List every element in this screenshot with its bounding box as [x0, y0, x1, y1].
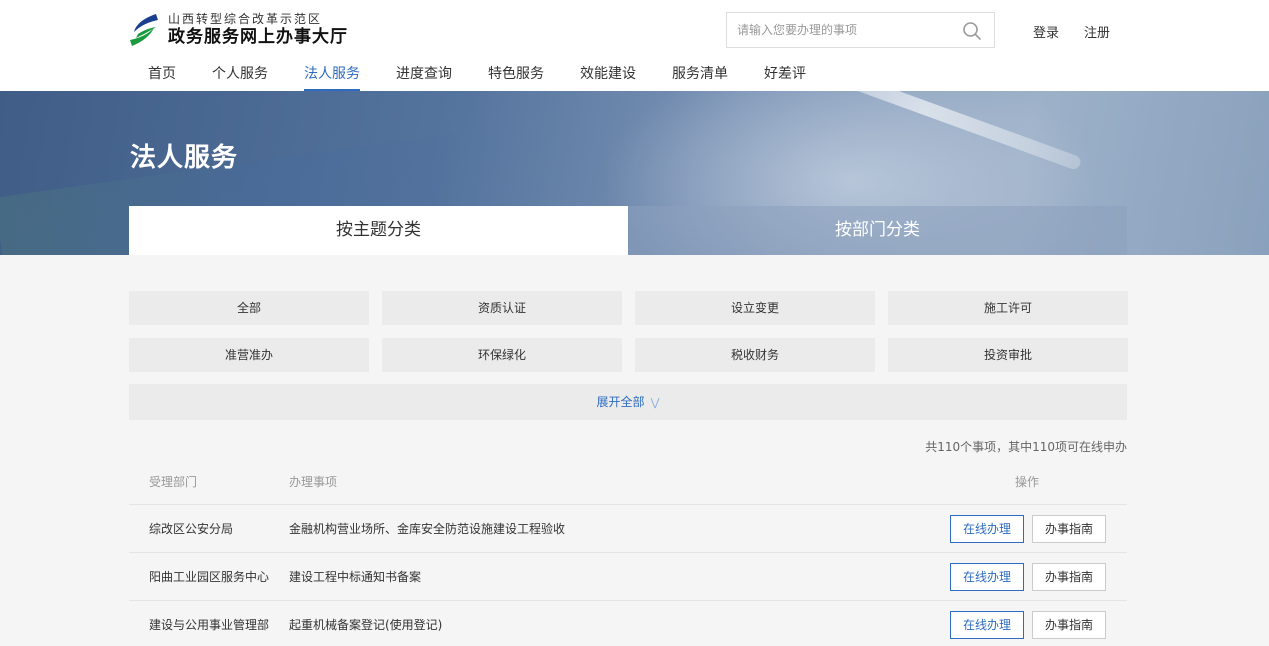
row-dept: 综改区公安分局: [149, 522, 234, 536]
table-row: 综改区公安分局 金融机构营业场所、金库安全防范设施建设工程验收 在线办理 办事指…: [129, 505, 1127, 553]
row-item[interactable]: 起重机械备案登记(使用登记): [289, 616, 889, 633]
row-item[interactable]: 金融机构营业场所、金库安全防范设施建设工程验收: [289, 520, 889, 537]
site-logo[interactable]: 山西转型综合改革示范区 政务服务网上办事大厅: [130, 12, 348, 48]
main-nav: 首页 个人服务 法人服务 进度查询 特色服务 效能建设 服务清单 好差评: [130, 62, 824, 91]
guide-button[interactable]: 办事指南: [1031, 562, 1106, 591]
header: 山西转型综合改革示范区 政务服务网上办事大厅 登录 注册 首页 个人服务 法人服…: [0, 0, 1269, 91]
topic-business-access[interactable]: 准营准办: [129, 338, 369, 372]
topic-environment[interactable]: 环保绿化: [382, 338, 622, 372]
expand-all-label: 展开全部: [596, 395, 645, 409]
service-table: 受理部门 办理事项 操作 综改区公安分局 金融机构营业场所、金库安全防范设施建设…: [129, 458, 1127, 646]
chevron-double-down-icon: ⋁: [650, 396, 660, 409]
nav-item-home[interactable]: 首页: [130, 62, 194, 91]
topic-grid: 全部 资质认证 设立变更 施工许可 准营准办 环保绿化 税收财务 投资审批: [129, 291, 1128, 372]
logo-title: 政务服务网上办事大厅: [168, 27, 348, 47]
search-input[interactable]: [737, 21, 957, 39]
topic-construction-permit[interactable]: 施工许可: [888, 291, 1128, 325]
tab-by-department[interactable]: 按部门分类: [628, 206, 1127, 255]
row-actions: 在线办理 办事指南: [889, 514, 1127, 543]
page-title: 法人服务: [130, 143, 239, 173]
row-dept: 建设与公用事业管理部: [149, 618, 270, 632]
topic-investment-approval[interactable]: 投资审批: [888, 338, 1128, 372]
online-apply-button[interactable]: 在线办理: [949, 562, 1024, 591]
table-row: 建设与公用事业管理部 起重机械备案登记(使用登记) 在线办理 办事指南: [129, 601, 1127, 646]
header-item: 办理事项: [289, 474, 338, 489]
logo-text: 山西转型综合改革示范区 政务服务网上办事大厅: [168, 12, 348, 48]
header-op: 操作: [1014, 474, 1039, 489]
logo-subtitle: 山西转型综合改革示范区: [168, 12, 323, 26]
guide-button[interactable]: 办事指南: [1031, 610, 1106, 639]
guide-button[interactable]: 办事指南: [1031, 514, 1106, 543]
row-dept: 阳曲工业园区服务中心: [149, 570, 270, 584]
online-apply-button[interactable]: 在线办理: [949, 514, 1024, 543]
topic-qualification[interactable]: 资质认证: [382, 291, 622, 325]
result-summary: 共110个事项，其中110项可在线申办: [925, 440, 1127, 454]
row-actions: 在线办理 办事指南: [889, 610, 1127, 639]
topic-tax-finance[interactable]: 税收财务: [635, 338, 875, 372]
nav-item-service-list[interactable]: 服务清单: [654, 62, 746, 91]
search-box: [726, 12, 995, 48]
search-icon[interactable]: [962, 21, 982, 41]
header-dept: 受理部门: [149, 474, 198, 489]
nav-item-rating[interactable]: 好差评: [746, 62, 824, 91]
login-link[interactable]: 登录: [1033, 22, 1059, 41]
nav-item-efficiency[interactable]: 效能建设: [562, 62, 654, 91]
table-header: 受理部门 办理事项 操作: [129, 458, 1127, 505]
row-actions: 在线办理 办事指南: [889, 562, 1127, 591]
topic-establishment-change[interactable]: 设立变更: [635, 291, 875, 325]
register-link[interactable]: 注册: [1084, 22, 1110, 41]
topic-all[interactable]: 全部: [129, 291, 369, 325]
category-tabs: 按主题分类 按部门分类: [129, 206, 1127, 255]
nav-item-featured-service[interactable]: 特色服务: [470, 62, 562, 91]
nav-item-progress-query[interactable]: 进度查询: [378, 62, 470, 91]
expand-all-button[interactable]: 展开全部 ⋁: [129, 384, 1127, 420]
online-apply-button[interactable]: 在线办理: [949, 610, 1024, 639]
nav-item-legal-person-service[interactable]: 法人服务: [286, 62, 378, 91]
table-row: 阳曲工业园区服务中心 建设工程中标通知书备案 在线办理 办事指南: [129, 553, 1127, 601]
tab-by-theme[interactable]: 按主题分类: [129, 206, 628, 255]
nav-item-personal-service[interactable]: 个人服务: [194, 62, 286, 91]
logo-mark-icon: [130, 12, 160, 48]
row-item[interactable]: 建设工程中标通知书备案: [289, 568, 889, 585]
